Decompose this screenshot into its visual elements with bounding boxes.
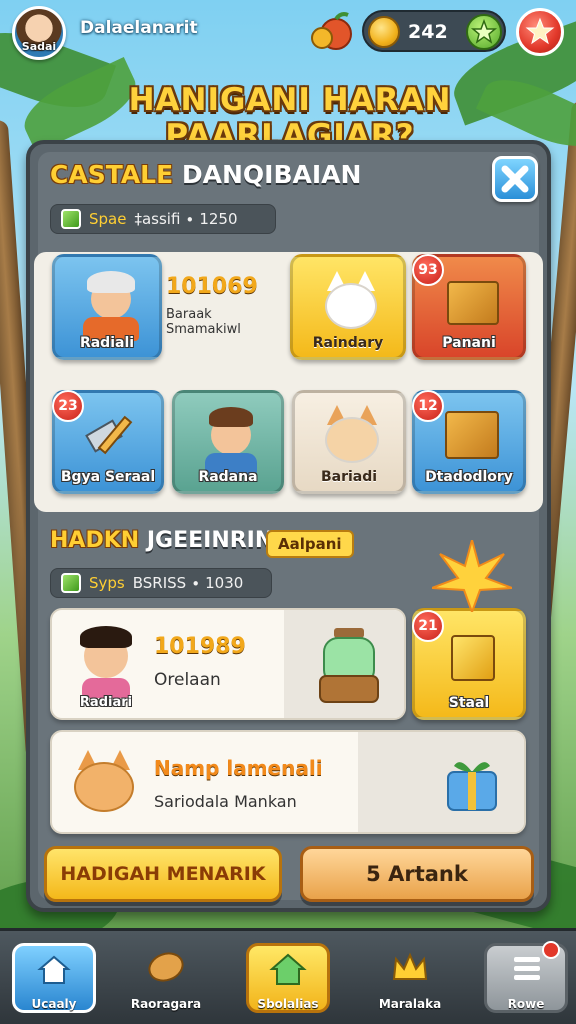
character-hair <box>80 626 132 648</box>
fruit-basket-icon[interactable] <box>308 10 354 54</box>
character-hair <box>209 407 253 427</box>
panel-title-rest: DANQIBAIAN <box>181 160 362 189</box>
row-1-avatar-label: Radiari <box>79 695 133 710</box>
nav-item-maralaka[interactable]: Maralaka <box>362 941 458 1015</box>
bottom-nav: Ucaaly Raoragara Sbolalias Maralaka Rowe <box>0 928 576 1024</box>
cat-head <box>325 283 377 329</box>
row-2-title: Namp lamenali <box>154 756 323 780</box>
house-icon <box>269 953 307 985</box>
nav-item-ucaaly[interactable]: Ucaaly <box>6 941 102 1015</box>
section-2-tag[interactable]: Aalpani <box>266 530 354 558</box>
nav-label: Raoragara <box>130 997 202 1011</box>
grid-card-raindary[interactable]: Raindary <box>290 254 406 360</box>
notification-dot <box>542 941 560 959</box>
grid-info: 101069 Baraak Smamakiwl <box>166 274 284 337</box>
card-label: Panani <box>442 335 496 351</box>
reward-row-1[interactable]: Radiari 101989 Orelaan <box>50 608 406 720</box>
golden-chest-icon <box>451 635 495 681</box>
player-name: Dalaelanarit <box>80 18 198 38</box>
stat-pill-1: Spae ‡assifi ∙ 1250 <box>50 204 276 234</box>
section-2-rest: JGEEINRIN <box>146 528 274 553</box>
close-panel-button[interactable] <box>492 156 538 202</box>
card-label: Bariadi <box>320 469 378 485</box>
count-badge: 12 <box>412 390 444 422</box>
add-coins-button[interactable] <box>466 14 502 50</box>
count-badge: 93 <box>412 254 444 286</box>
card-label: Radana <box>198 469 258 485</box>
coin-counter: 242 <box>362 10 506 52</box>
gem-icon <box>61 209 81 229</box>
stat-2-label: Syps <box>89 574 125 592</box>
nav-label: Rowe <box>507 997 545 1011</box>
count-badge: 23 <box>52 390 84 422</box>
stat-1-value: ‡assifi ∙ 1250 <box>134 210 238 228</box>
crown-icon <box>392 952 428 980</box>
fox-head <box>74 762 134 812</box>
card-label: Raindary <box>312 335 384 351</box>
grid-info-value: 101069 <box>166 274 258 299</box>
hammer-icon <box>85 415 133 455</box>
star-icon <box>525 17 555 45</box>
grid-card-bariadi[interactable]: Bariadi <box>292 390 406 494</box>
avatar-tag: Sadai <box>21 40 57 53</box>
grid-card-radiali[interactable]: Radiali <box>52 254 162 360</box>
nav-item-sbolalias[interactable]: Sbolalias <box>240 941 336 1015</box>
grid-info-line2: Smamakiwl <box>166 322 241 337</box>
gift-box-icon <box>447 762 497 811</box>
panel-title-highlight: CASTALE <box>50 160 174 189</box>
nav-label: Maralaka <box>378 997 442 1011</box>
home-icon <box>37 955 71 984</box>
stat-2-value: BSRISS ∙ 1030 <box>132 574 244 592</box>
artank-button[interactable]: 5 Artank <box>300 846 534 902</box>
card-label: Bgya Seraal <box>60 469 156 485</box>
top-bar: Sadai Dalaelanarit 242 <box>0 0 576 64</box>
favorite-button[interactable] <box>516 8 564 56</box>
card-label: Staal <box>448 695 490 711</box>
coin-icon <box>368 16 400 48</box>
treasure-chest-icon <box>445 411 499 459</box>
stat-pill-2: Syps BSRISS ∙ 1030 <box>50 568 272 598</box>
section-2-title: HADKN JGEEINRIN <box>50 528 273 553</box>
grid-card-radana[interactable]: Radana <box>172 390 284 494</box>
potion-jar-icon <box>319 628 379 703</box>
nav-label: Ucaaly <box>31 997 77 1011</box>
star-icon <box>470 18 498 44</box>
character-hat <box>87 271 135 293</box>
nav-item-raoragara[interactable]: Raoragara <box>118 941 214 1015</box>
shield-icon <box>148 952 184 982</box>
row-1-value: 101989 <box>154 634 246 659</box>
grid-info-line1: Baraak <box>166 307 212 322</box>
claim-reward-button[interactable]: HADIGAH MENARIK <box>44 846 282 902</box>
row-1-sub: Orelaan <box>154 670 221 690</box>
stat-1-label: Spae <box>89 210 127 228</box>
count-badge: 21 <box>412 610 444 642</box>
menu-icon <box>514 957 540 980</box>
card-label: Dtadodlory <box>425 469 513 485</box>
dog-head <box>325 417 379 463</box>
close-icon <box>501 165 529 193</box>
panel-title: CASTALE DANQIBAIAN <box>50 160 361 189</box>
burst-icon <box>432 540 512 612</box>
nav-item-rowe[interactable]: Rowe <box>478 941 574 1015</box>
nav-label: Sbolalias <box>257 997 319 1011</box>
row-2-sub: Sariodala Mankan <box>154 792 297 811</box>
card-label: Radiali <box>79 335 135 351</box>
treasure-box-icon <box>447 281 499 325</box>
coin-count: 242 <box>408 21 448 43</box>
gem-icon <box>61 573 81 593</box>
reward-row-2[interactable]: Namp lamenali Sariodala Mankan <box>50 730 526 834</box>
section-2-highlight: HADKN <box>50 528 140 553</box>
